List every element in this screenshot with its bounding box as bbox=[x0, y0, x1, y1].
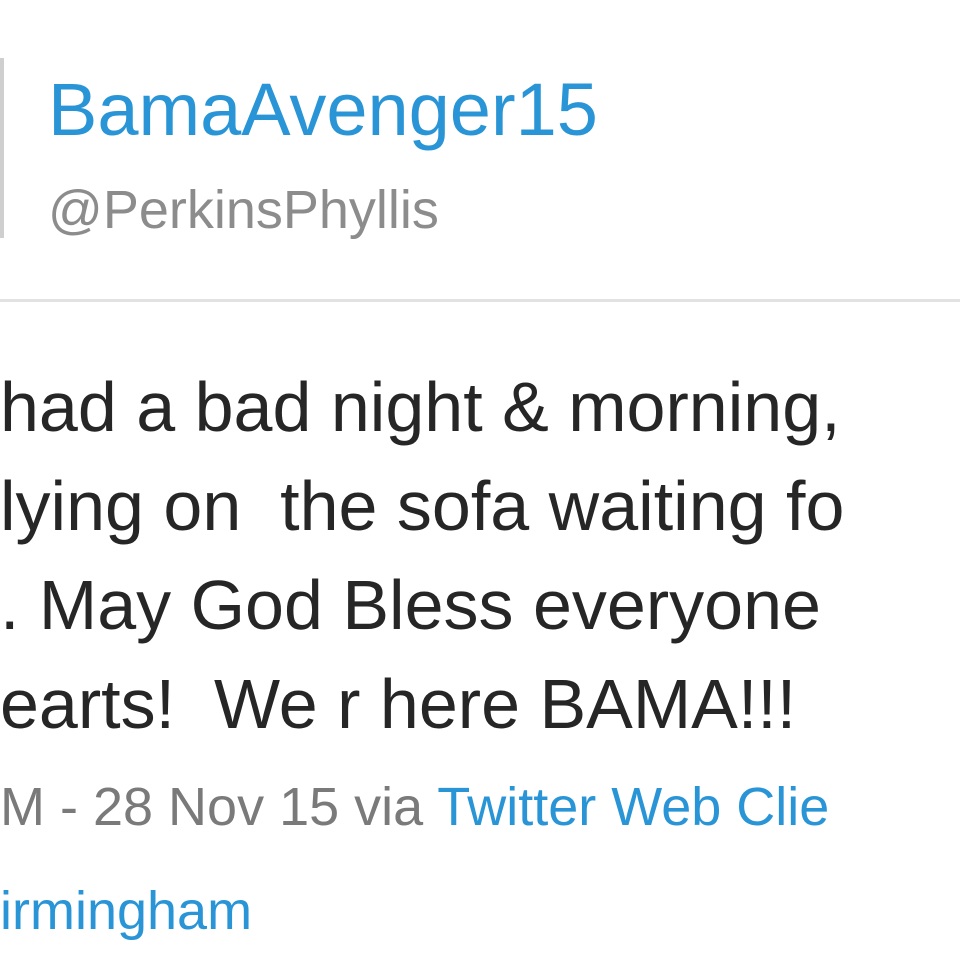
tweet-line: earts! We r here BAMA!!! bbox=[0, 665, 797, 743]
tweet-meta: M - 28 Nov 15 via Twitter Web Clie bbox=[0, 772, 960, 842]
client-link[interactable]: Twitter Web Clie bbox=[437, 777, 829, 837]
tweet-line: . May God Bless everyone bbox=[0, 566, 821, 644]
display-name[interactable]: BamaAvenger15 bbox=[48, 68, 598, 152]
divider bbox=[0, 299, 960, 302]
timestamp: M - 28 Nov 15 via bbox=[0, 777, 438, 837]
avatar[interactable] bbox=[0, 58, 4, 238]
tweet-text: had a bad night & morning, lying on the … bbox=[0, 358, 960, 754]
user-handle[interactable]: @PerkinsPhyllis bbox=[48, 178, 439, 242]
location-link[interactable]: irmingham bbox=[0, 876, 252, 946]
tweet-line: had a bad night & morning, bbox=[0, 368, 841, 446]
tweet-line: lying on the sofa waiting fo bbox=[0, 467, 845, 545]
